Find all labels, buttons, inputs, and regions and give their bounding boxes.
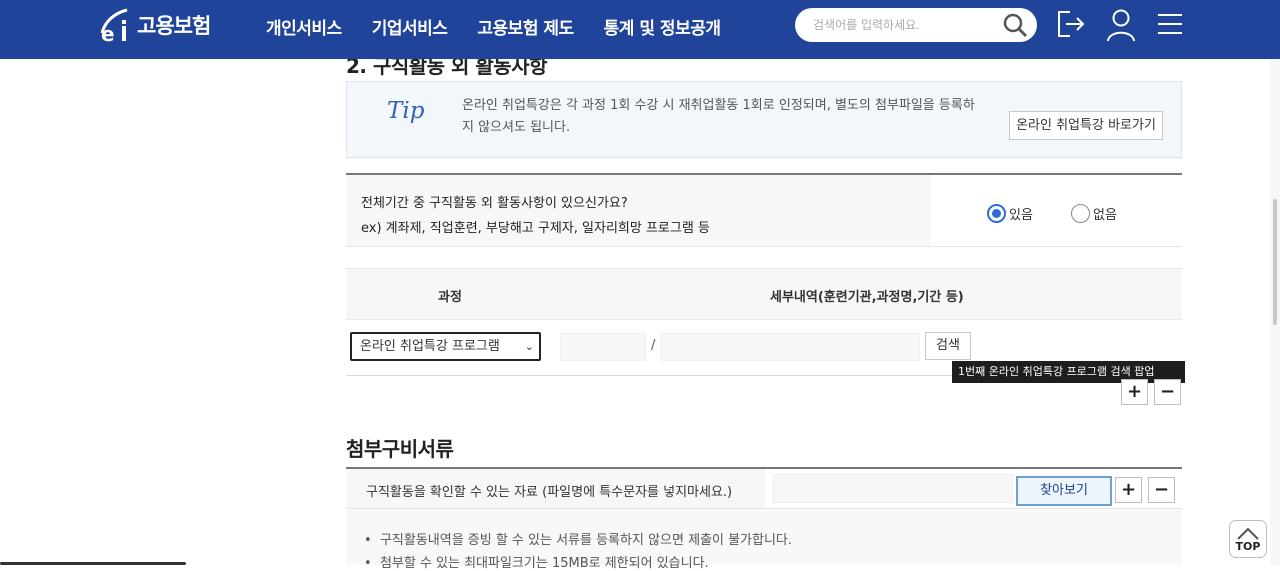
search-tooltip: 1번째 온라인 취업특강 프로그램 검색 팝업 [952,361,1185,383]
remove-row-button[interactable]: − [1154,379,1181,405]
scrollbar-thumb[interactable] [1273,199,1277,325]
ei-logo-icon: e [100,8,128,43]
page-scrollbar[interactable] [1270,59,1280,565]
note-item: • 첨부할 수 있는 최대파일크기는 15MB로 제한되어 있습니다. [364,556,709,571]
radio-no-button[interactable] [1071,204,1090,223]
question-example: ex) 계좌제, 직업훈련, 부당해고 구제자, 일자리희망 프로그램 등 [361,221,710,236]
course-select[interactable]: 온라인 취업특강 프로그램 ⌄ [350,332,541,361]
search-icon[interactable] [1001,12,1029,38]
note-text: 구직활동내역을 증빙 할 수 있는 서류를 등록하지 않으면 제출이 불가합니다… [379,533,793,548]
main-nav: 개인서비스 기업서비스 고용보험 제도 통계 및 정보공개 [266,14,751,39]
course-select-value: 온라인 취업특강 프로그램 [360,339,500,354]
user-icon[interactable] [1105,8,1137,42]
nav-company-services[interactable]: 기업서비스 [372,14,448,39]
radio-no[interactable]: 없음 [1071,204,1117,223]
nav-insurance-system[interactable]: 고용보험 제도 [477,14,574,39]
course-search-button[interactable]: 검색 [925,332,971,360]
question-cell: 전체기간 중 구직활동 외 활동사항이 있으신가요? ex) 계좌제, 직업훈련… [346,175,931,246]
activity-question-row: 전체기간 중 구직활동 외 활동사항이 있으신가요? ex) 계좌제, 직업훈련… [346,173,1182,247]
column-details: 세부내역(훈련기관,과정명,기간 등) [770,290,964,305]
radio-yes-label: 있음 [1009,208,1033,223]
course-detail-field[interactable] [661,333,920,361]
logout-icon[interactable] [1056,8,1086,40]
chevron-down-icon: ⌄ [524,340,534,353]
course-table-header: 과정 세부내역(훈련기관,과정명,기간 등) [346,268,1182,320]
section-title-attachments: 첨부구비서류 [346,437,454,461]
note-text: 첨부할 수 있는 최대파일크기는 15MB로 제한되어 있습니다. [379,556,709,571]
nav-statistics[interactable]: 통계 및 정보공개 [604,14,721,39]
logo-text: 고용보험 [137,14,211,38]
search-box [795,8,1037,42]
tip-icon: Tip [387,98,425,124]
question-text: 전체기간 중 구직활동 외 활동사항이 있으신가요? [361,196,628,211]
search-input[interactable] [813,14,993,36]
remove-file-button[interactable]: − [1148,477,1175,503]
online-lecture-shortcut-button[interactable]: 온라인 취업특강 바로가기 [1009,111,1163,140]
radio-no-label: 없음 [1093,208,1117,223]
note-item: • 구직활동내역을 증빙 할 수 있는 서류를 등록하지 않으면 제출이 불가합… [364,533,793,548]
file-name-field[interactable] [773,474,1013,503]
radio-yes[interactable]: 있음 [987,204,1033,223]
top-label: TOP [1235,540,1261,553]
attachment-label-cell: 구직활동을 확인할 수 있는 자료 (파일명에 특수문자를 넣지마세요.) [346,469,766,508]
attachment-row: 구직활동을 확인할 수 있는 자료 (파일명에 특수문자를 넣지마세요.) 찾아… [346,467,1182,509]
institution-field[interactable] [560,333,646,361]
scroll-to-top-button[interactable]: TOP [1229,520,1267,558]
header-layer: e 고용보험 개인서비스 기업서비스 고용보험 제도 통계 및 정보공개 [0,0,1280,59]
column-course: 과정 [438,290,462,305]
tip-text: 온라인 취업특강은 각 과정 1회 수강 시 재취업활동 1회로 인정되며, 별… [462,98,975,135]
add-file-button[interactable]: + [1115,477,1142,503]
attachment-label: 구직활동을 확인할 수 있는 자료 (파일명에 특수문자를 넣지마세요.) [366,485,733,500]
browse-file-button[interactable]: 찾아보기 [1016,476,1112,506]
field-separator: / [651,338,656,353]
nav-personal-services[interactable]: 개인서비스 [266,14,342,39]
logo-top[interactable]: e 고용보험 [97,6,211,44]
tip-box: Tip 온라인 취업특강은 각 과정 1회 수강 시 재취업활동 1회로 인정되… [346,81,1182,158]
menu-icon[interactable] [1157,12,1183,36]
svg-text:e: e [101,22,115,43]
radio-yes-button[interactable] [987,204,1006,223]
add-row-button[interactable]: + [1121,379,1148,405]
attachment-notes: • 구직활동내역을 증빙 할 수 있는 서류를 등록하지 않으면 제출이 불가합… [346,509,1182,571]
